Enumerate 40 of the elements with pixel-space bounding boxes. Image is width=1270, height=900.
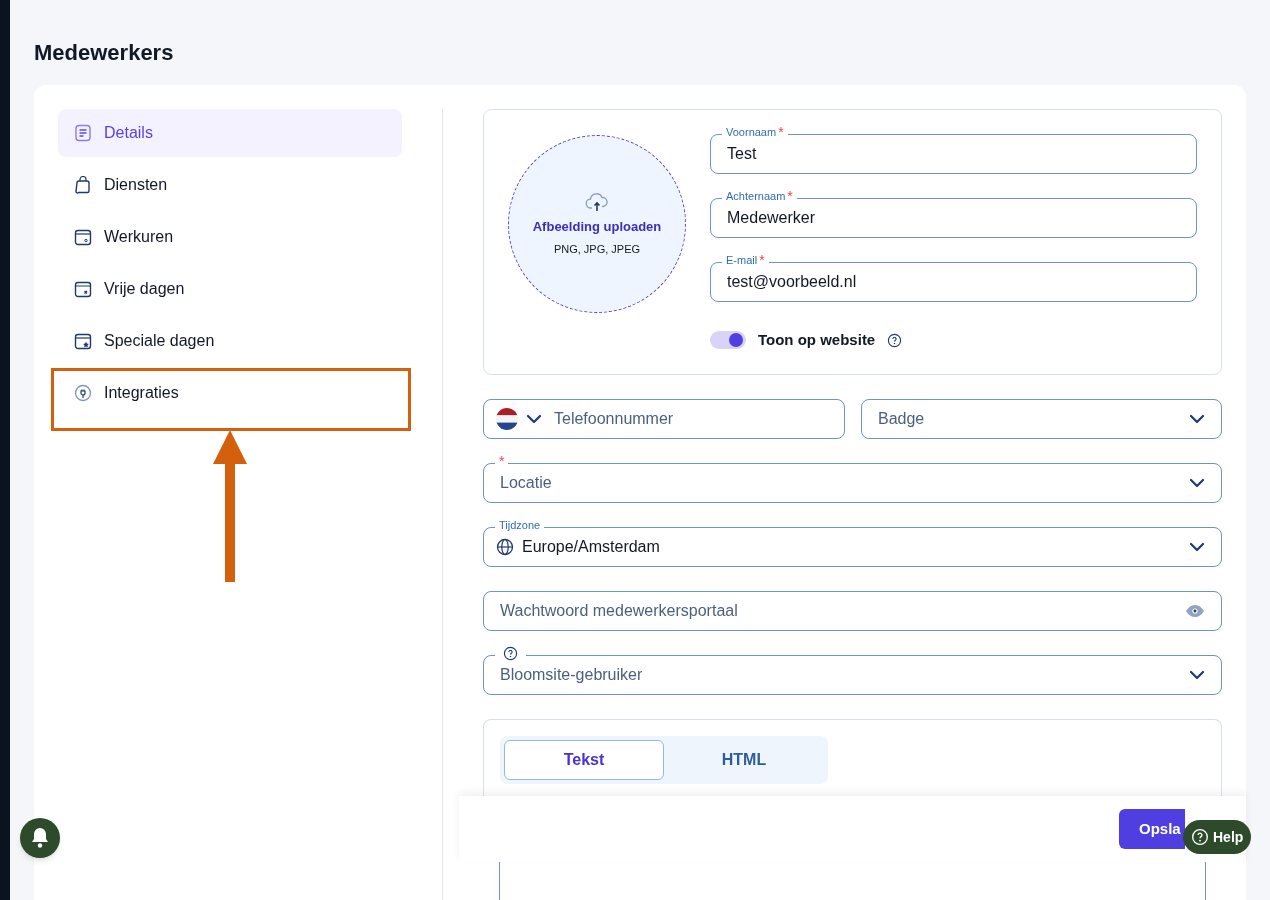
chevron-down-icon (1189, 670, 1205, 680)
password-field[interactable]: Wachtwoord medewerkersportaal (483, 591, 1222, 631)
upload-formats: PNG, JPG, JPEG (553, 241, 641, 257)
select-field[interactable]: Badge (861, 399, 1222, 439)
phone-field[interactable]: Telefoonnummer (483, 399, 845, 439)
select-field[interactable]: Locatie (483, 463, 1222, 503)
sidebar-item[interactable]: Speciale dagen (58, 317, 402, 365)
dutch-flag-icon (496, 408, 518, 430)
sidebar-item[interactable]: Diensten (58, 161, 402, 209)
image-upload-area[interactable]: Afbeelding uploaden PNG, JPG, JPEG (508, 135, 686, 313)
page-title: Medewerkers (34, 39, 175, 67)
notification-button[interactable] (20, 818, 60, 858)
chevron-down-icon (526, 414, 542, 424)
sidebar-item[interactable]: Vrije dagen (58, 265, 402, 313)
editor-tab[interactable]: HTML (664, 740, 824, 780)
save-button[interactable]: Opsla (1119, 809, 1185, 849)
cloud-upload-icon (585, 191, 609, 213)
calendar-icon (74, 280, 92, 298)
globe-icon (496, 538, 514, 556)
document-icon (74, 124, 92, 142)
bag-icon (74, 176, 92, 194)
help-icon (1191, 828, 1209, 846)
help-button[interactable]: Help (1183, 820, 1252, 854)
toggle-label: Toon op website (758, 330, 876, 350)
sidebar-item[interactable]: Werkuren (58, 213, 402, 261)
calendar-icon (74, 332, 92, 350)
chevron-down-icon (1189, 542, 1205, 552)
editor-tab[interactable]: Tekst (504, 740, 664, 780)
upload-title: Afbeelding uploaden (532, 218, 662, 236)
sidebar-item[interactable]: Details (58, 109, 402, 157)
calendar-icon (74, 228, 92, 246)
sidebar-item[interactable]: Integraties (58, 369, 402, 417)
bell-icon (30, 827, 50, 849)
help-icon (887, 332, 903, 348)
plug-icon (74, 384, 92, 402)
select-field[interactable]: Bloomsite-gebruiker (483, 655, 1222, 695)
chevron-down-icon (1189, 414, 1205, 424)
toggle-switch[interactable] (710, 331, 746, 350)
chevron-down-icon (1189, 478, 1205, 488)
eye-icon[interactable] (1185, 604, 1205, 618)
